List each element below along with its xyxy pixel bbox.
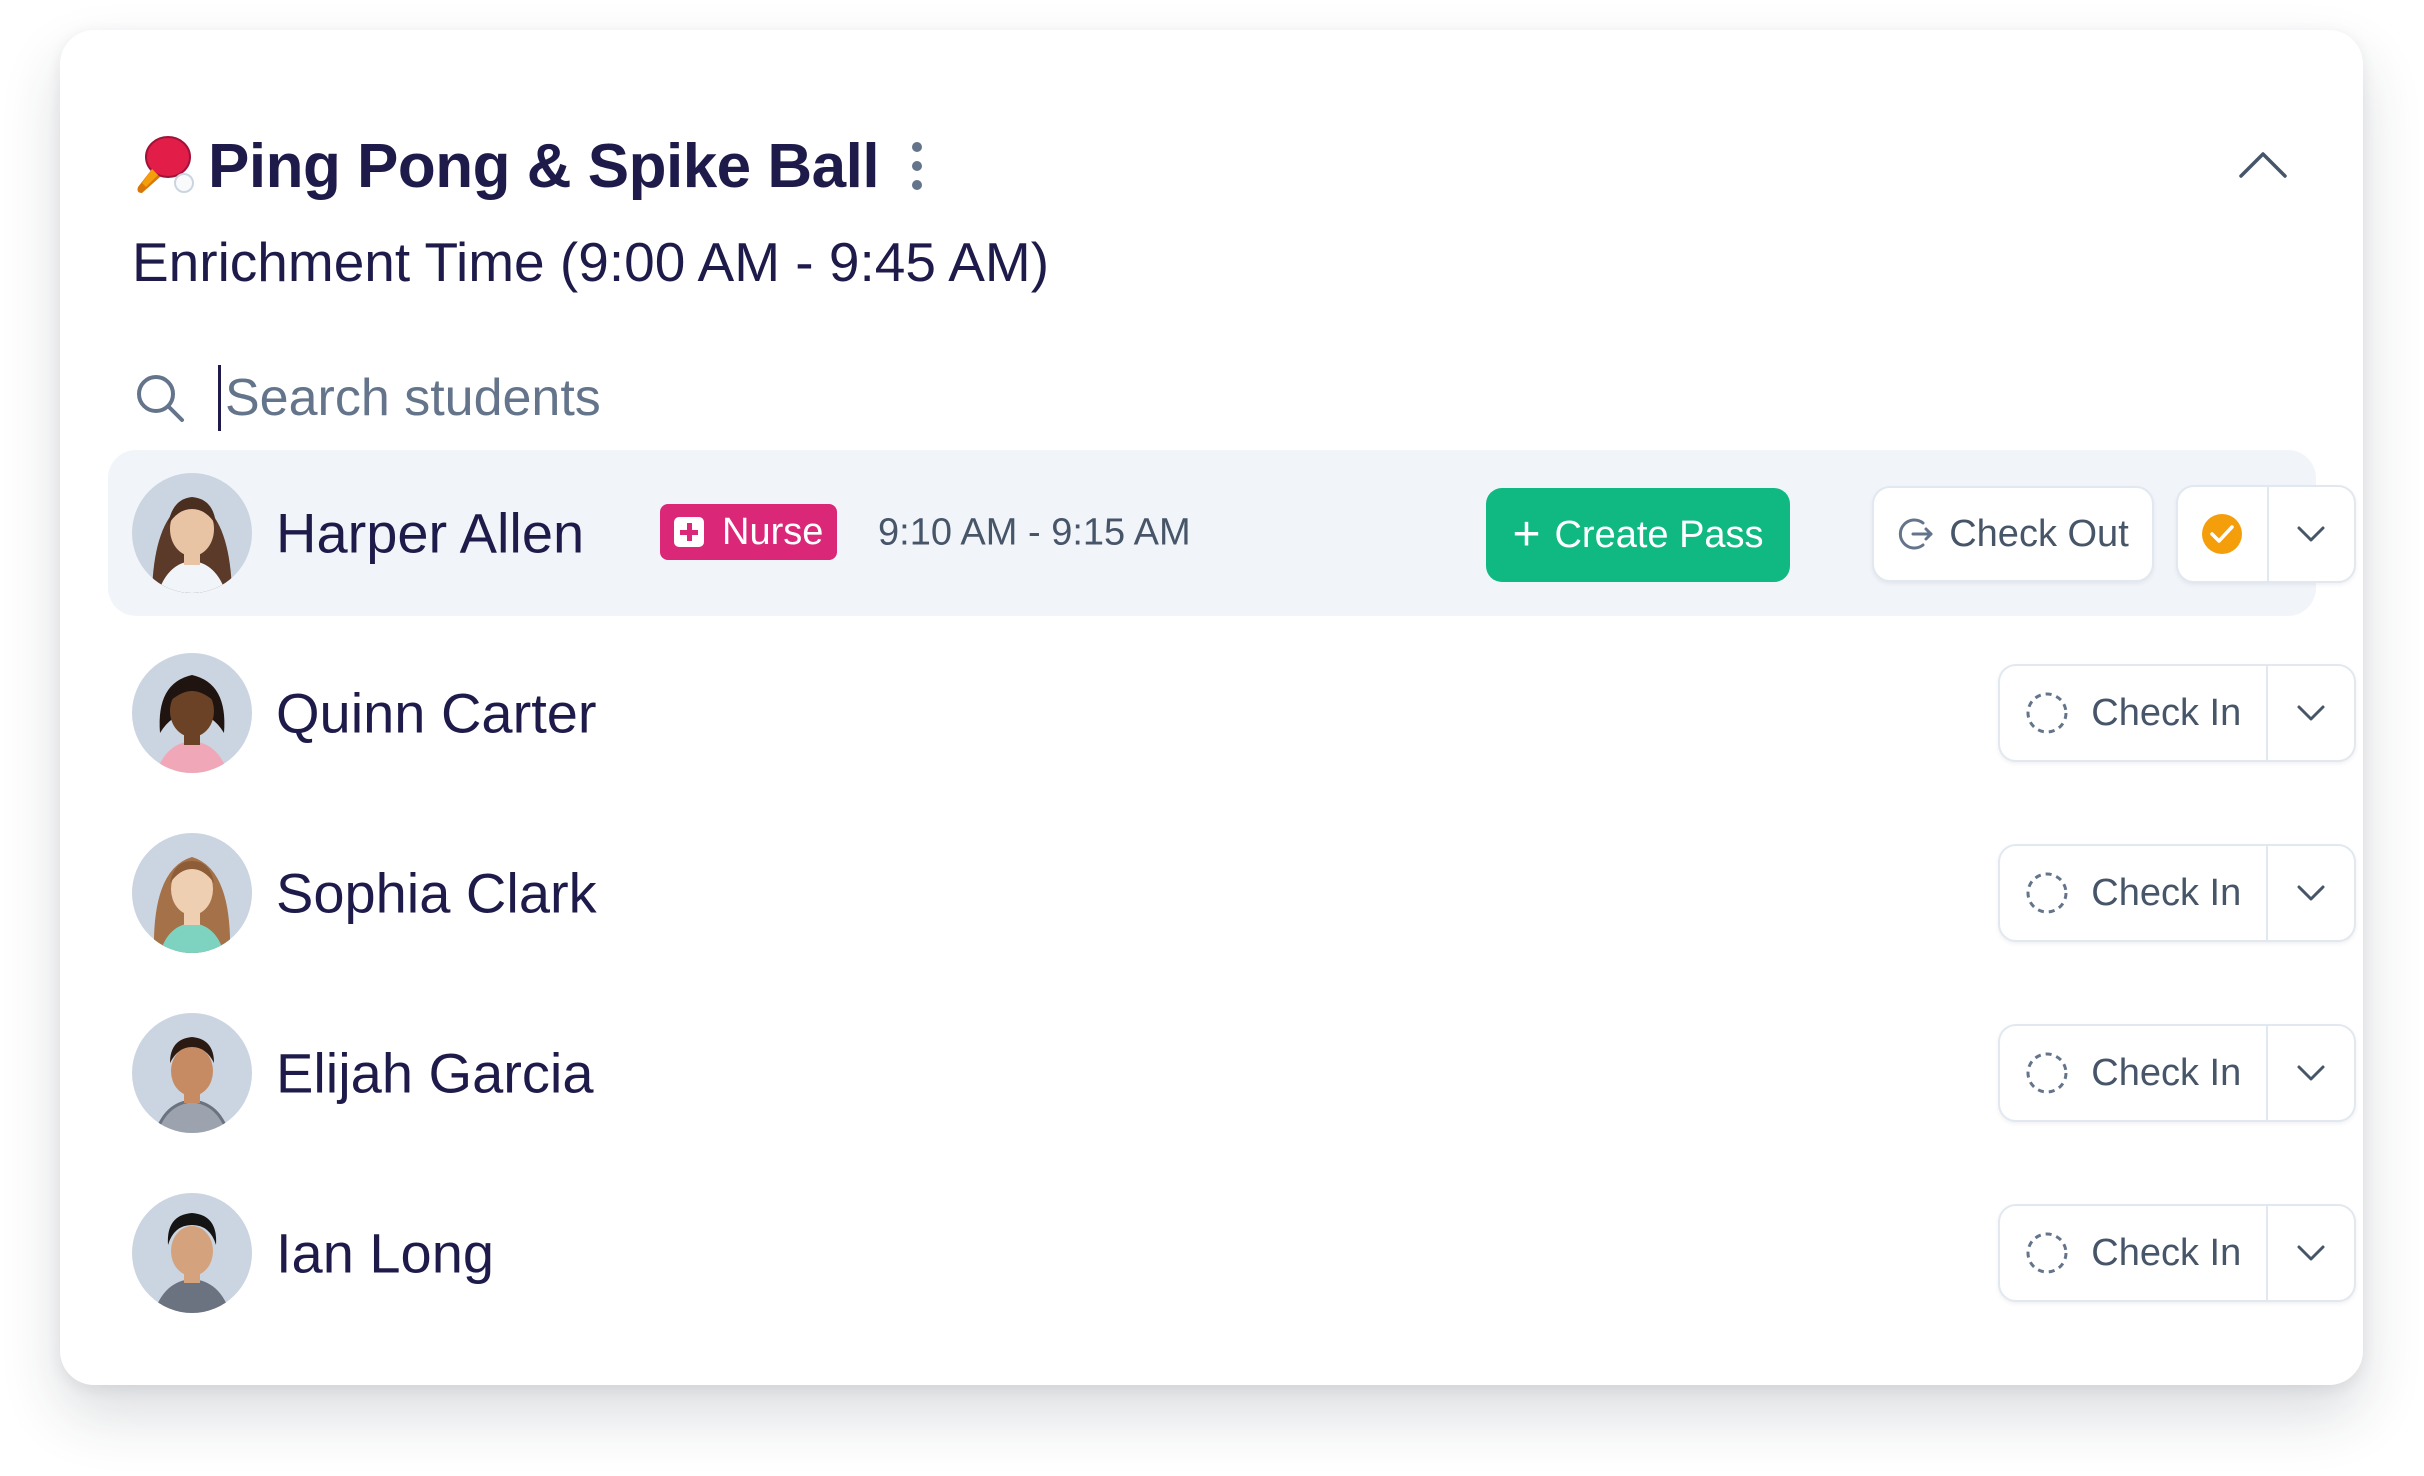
dashed-circle-icon — [2026, 872, 2068, 914]
check-out-label: Check Out — [1949, 512, 2129, 555]
dashed-circle-icon — [2026, 692, 2068, 734]
title-row: Ping Pong & Spike Ball — [132, 100, 2291, 232]
chevron-down-icon — [2297, 705, 2325, 721]
chevron-down-icon — [2297, 1245, 2325, 1261]
check-in-label: Check In — [2091, 691, 2242, 734]
check-in-split-button: Check In — [1998, 844, 2356, 942]
avatar — [132, 1193, 252, 1313]
status-button[interactable] — [2178, 487, 2269, 581]
activity-title: Ping Pong & Spike Ball — [208, 131, 880, 201]
ping-pong-paddle-icon — [137, 136, 194, 193]
check-in-dropdown-toggle[interactable] — [2268, 666, 2354, 760]
check-in-button[interactable]: Check In — [2000, 846, 2269, 940]
check-out-button[interactable]: Check Out — [1872, 486, 2154, 582]
check-in-split-button: Check In — [1998, 664, 2356, 762]
student-row: Quinn Carter Check In — [108, 630, 2356, 796]
create-pass-button[interactable]: + Create Pass — [1486, 488, 1790, 582]
check-in-split-button: Check In — [1998, 1204, 2356, 1302]
check-in-label: Check In — [2091, 871, 2242, 914]
search-input[interactable] — [218, 365, 1327, 431]
avatar — [132, 653, 252, 773]
check-out-icon — [1899, 518, 1933, 550]
check-in-dropdown-toggle[interactable] — [2268, 846, 2354, 940]
activity-card: Ping Pong & Spike Ball Enrichment Time (… — [60, 30, 2363, 1385]
check-in-dropdown-toggle[interactable] — [2268, 1026, 2354, 1120]
student-row: Sophia Clark Check In — [108, 810, 2356, 976]
student-name[interactable]: Sophia Clark — [276, 861, 597, 926]
create-pass-label: Create Pass — [1554, 513, 1764, 556]
pass-time: 9:10 AM - 9:15 AM — [878, 511, 1191, 554]
more-options-icon[interactable] — [905, 142, 929, 190]
search-icon — [137, 375, 184, 422]
check-circle-icon — [2202, 514, 2243, 554]
student-row: Elijah Garcia Check In — [108, 990, 2356, 1156]
chevron-down-icon — [2297, 526, 2325, 542]
dashed-circle-icon — [2026, 1052, 2068, 1094]
dashed-circle-icon — [2026, 1232, 2068, 1274]
check-in-label: Check In — [2091, 1051, 2242, 1094]
activity-schedule: Enrichment Time (9:00 AM - 9:45 AM) — [132, 231, 1050, 293]
check-in-dropdown-toggle[interactable] — [2268, 1206, 2354, 1300]
student-row: Harper Allen Nurse 9:10 AM - 9:15 AM + C… — [108, 450, 2356, 616]
avatar — [132, 473, 252, 593]
status-split-button — [2176, 485, 2356, 583]
status-dropdown-toggle[interactable] — [2269, 487, 2354, 581]
medical-cross-icon — [674, 517, 704, 547]
student-name[interactable]: Quinn Carter — [276, 681, 597, 746]
student-row: Ian Long Check In — [108, 1170, 2356, 1336]
check-in-button[interactable]: Check In — [2000, 1206, 2269, 1300]
student-name[interactable]: Harper Allen — [276, 501, 584, 566]
search-bar — [132, 348, 1432, 448]
check-in-split-button: Check In — [1998, 1024, 2356, 1122]
avatar — [132, 833, 252, 953]
chevron-down-icon — [2297, 885, 2325, 901]
chevron-up-icon[interactable] — [2235, 138, 2291, 194]
activity-header: Ping Pong & Spike Ball Enrichment Time (… — [132, 100, 2291, 293]
pass-badge-label: Nurse — [722, 510, 824, 553]
student-name[interactable]: Ian Long — [276, 1221, 494, 1286]
student-name[interactable]: Elijah Garcia — [276, 1041, 593, 1106]
check-in-button[interactable]: Check In — [2000, 666, 2269, 760]
plus-icon: + — [1512, 508, 1541, 561]
chevron-down-icon — [2297, 1065, 2325, 1081]
check-in-button[interactable]: Check In — [2000, 1026, 2269, 1120]
check-in-label: Check In — [2091, 1231, 2242, 1274]
pass-badge: Nurse — [660, 504, 838, 560]
avatar — [132, 1013, 252, 1133]
